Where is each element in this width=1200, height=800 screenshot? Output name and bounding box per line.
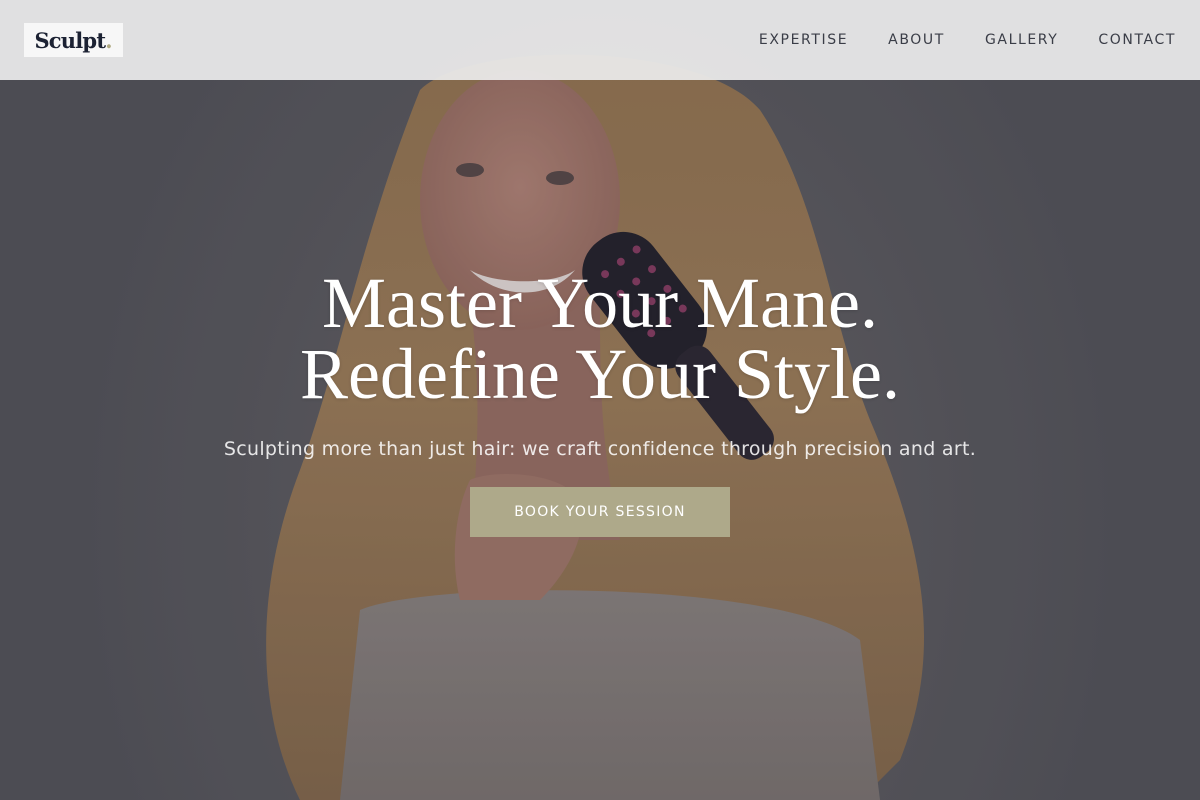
hero-headline-line-2: Redefine Your Style. — [300, 334, 900, 414]
hero-subheading: Sculpting more than just hair: we craft … — [223, 438, 977, 460]
hero-headline: Master Your Mane. Redefine Your Style. — [0, 263, 1200, 414]
nav-link-gallery[interactable]: GALLERY — [985, 32, 1058, 48]
hero-headline-line-1: Master Your Mane. — [322, 263, 878, 343]
logo[interactable]: Sculpt. — [24, 23, 123, 57]
nav-link-about[interactable]: ABOUT — [888, 32, 945, 48]
book-session-button[interactable]: BOOK YOUR SESSION — [470, 487, 730, 537]
site-header: Sculpt. EXPERTISE ABOUT GALLERY CONTACT — [0, 0, 1200, 80]
logo-text: Sculpt — [34, 27, 106, 53]
main-nav: EXPERTISE ABOUT GALLERY CONTACT — [759, 32, 1176, 48]
nav-link-contact[interactable]: CONTACT — [1098, 32, 1176, 48]
logo-dot: . — [105, 27, 113, 53]
hero-content: Master Your Mane. Redefine Your Style. S… — [0, 263, 1200, 537]
nav-link-expertise[interactable]: EXPERTISE — [759, 32, 848, 48]
